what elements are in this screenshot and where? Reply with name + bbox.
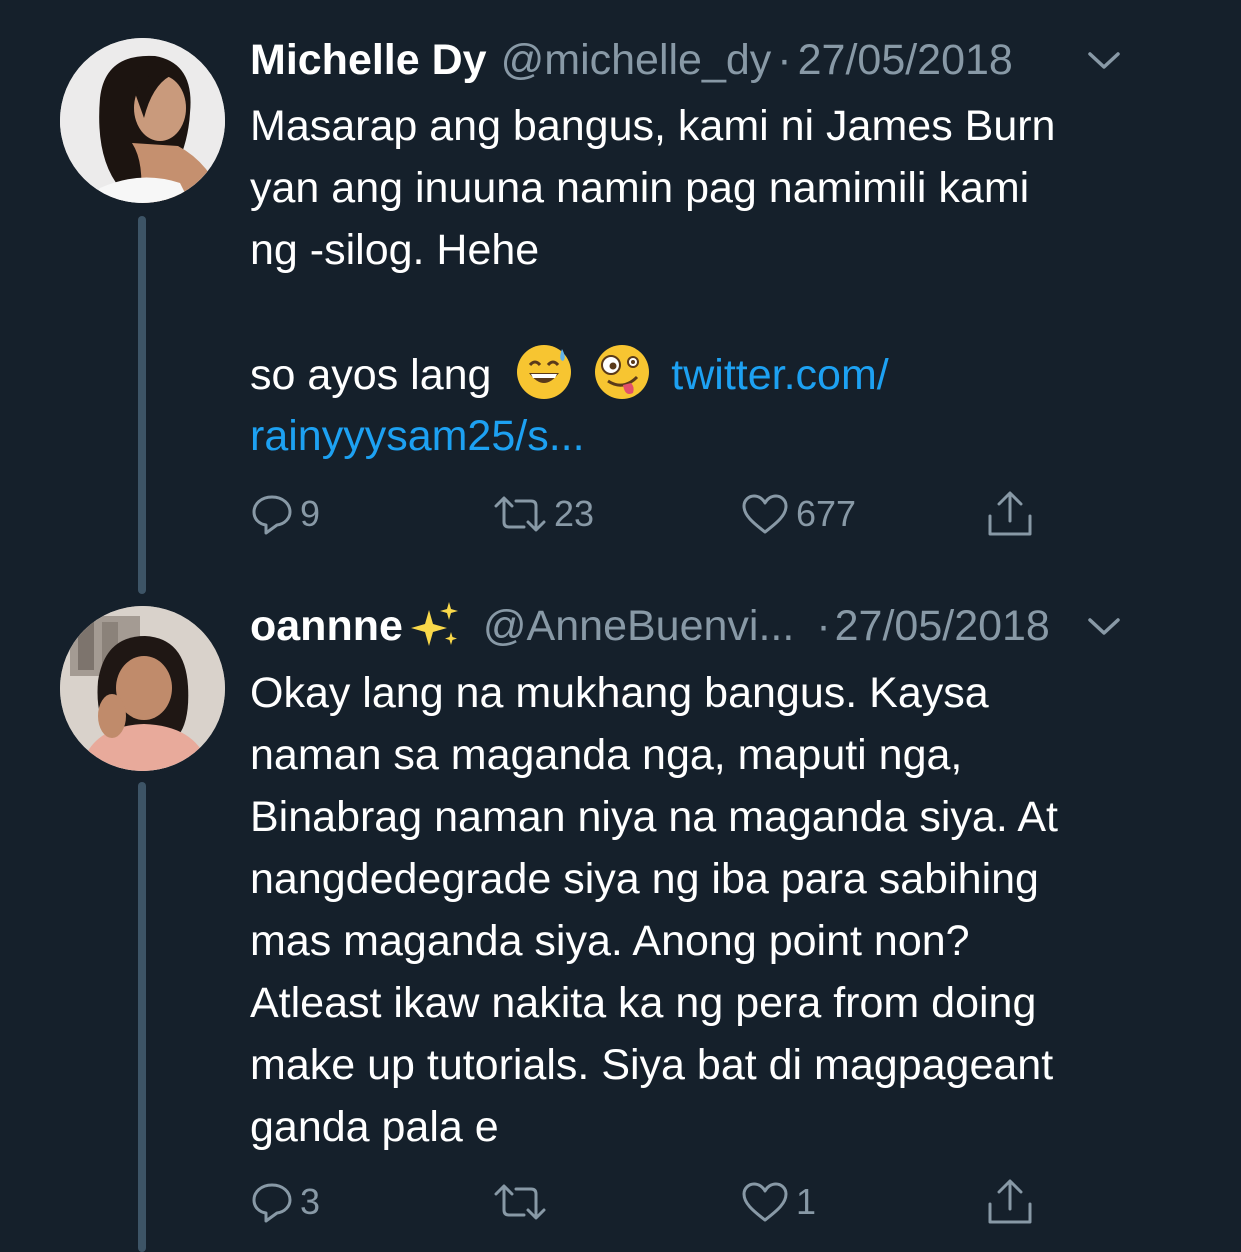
reply-button[interactable]: 3	[250, 1172, 320, 1232]
tweet-text-line: Atleast ikaw nakita ka ng pera from doin…	[250, 979, 1037, 1027]
tweet-text-segment: so ayos lang	[250, 351, 492, 399]
tweet-text-line: mas maganda siya. Anong point non?	[250, 917, 970, 965]
tweet-actions: 9 23 677	[250, 484, 1181, 544]
share-button[interactable]	[984, 484, 1036, 544]
tweet-header: oannne @AnneBuenvi... · 27/05/2018	[250, 596, 1181, 656]
tweet-text: Masarap ang bangus, kami ni James Burn y…	[250, 95, 1171, 467]
tweet-text: Okay lang na mukhang bangus. Kaysa naman…	[250, 662, 1171, 1158]
retweet-icon	[494, 1184, 546, 1220]
like-count: 1	[796, 1181, 817, 1222]
tweet-date[interactable]: 27/05/2018	[798, 36, 1013, 85]
avatar-photo-girl	[60, 606, 225, 771]
chevron-down-icon[interactable]	[1087, 46, 1121, 74]
retweet-icon	[494, 496, 546, 532]
tweet-text-line: nangdedegrade siya ng iba para sabihing	[250, 855, 1039, 903]
share-icon	[988, 1179, 1032, 1224]
tweet-text-line: so ayos lang twitter.com/	[250, 343, 1171, 405]
tweet-text-line: Binabrag naman niya na maganda siya. At	[250, 793, 1058, 841]
avatar-photo-woman	[60, 38, 225, 203]
sparkles-icon	[410, 602, 458, 646]
tweet-text-line: Masarap ang bangus, kami ni James Burn	[250, 102, 1056, 150]
tweet-text-line: Okay lang na mukhang bangus. Kaysa	[250, 669, 989, 717]
share-icon	[988, 491, 1032, 536]
separator: ·	[816, 601, 831, 650]
separator: ·	[777, 35, 792, 84]
tweet-header: Michelle Dy @michelle_dy · 27/05/2018	[250, 30, 1181, 90]
tweet-text-line: make up tutorials. Siya bat di magpagean…	[250, 1041, 1054, 1089]
chevron-down-icon[interactable]	[1087, 612, 1121, 640]
author-name[interactable]: Michelle Dy	[250, 36, 487, 85]
author-name[interactable]: oannne	[250, 602, 403, 651]
tweet-text-line: yan ang inuuna namin pag namimili kami	[250, 164, 1030, 212]
tweet-link[interactable]: rainyyysam25/s...	[250, 405, 1171, 467]
share-button[interactable]	[984, 1172, 1036, 1232]
thread-line	[138, 782, 146, 1252]
tweet-link[interactable]: twitter.com/	[671, 351, 888, 399]
tweet-actions: 3 1	[250, 1172, 1181, 1232]
thread-line	[138, 216, 146, 594]
avatar[interactable]	[60, 606, 225, 771]
like-button[interactable]: 677	[740, 484, 856, 544]
tweet-text-line: ng -silog. Hehe	[250, 226, 540, 274]
tweet-date[interactable]: 27/05/2018	[835, 602, 1050, 651]
reply-icon	[252, 495, 292, 535]
reply-count: 3	[300, 1181, 321, 1222]
like-button[interactable]: 1	[740, 1172, 816, 1232]
zany-face-emoji	[595, 345, 650, 399]
tweet[interactable]: Michelle Dy @michelle_dy · 27/05/2018 Ma…	[0, 0, 1241, 600]
heart-icon	[742, 1182, 788, 1222]
tweet-text-line: ganda pala e	[250, 1103, 499, 1151]
reply-count: 9	[300, 493, 321, 534]
retweet-button[interactable]	[492, 1172, 554, 1232]
retweet-count: 23	[554, 493, 595, 534]
like-count: 677	[796, 493, 857, 534]
author-handle[interactable]: @michelle_dy	[501, 36, 772, 85]
author-handle[interactable]: @AnneBuenvi...	[483, 602, 794, 651]
retweet-button[interactable]: 23	[492, 484, 594, 544]
avatar[interactable]	[60, 38, 225, 203]
tweet[interactable]: oannne @AnneBuenvi... · 27/05/2018 Okay …	[0, 600, 1241, 1252]
heart-icon	[742, 494, 788, 534]
grinning-sweat-emoji	[517, 345, 572, 399]
reply-button[interactable]: 9	[250, 484, 320, 544]
reply-icon	[252, 1183, 292, 1223]
tweet-text-line: naman sa maganda nga, maputi nga,	[250, 731, 963, 779]
